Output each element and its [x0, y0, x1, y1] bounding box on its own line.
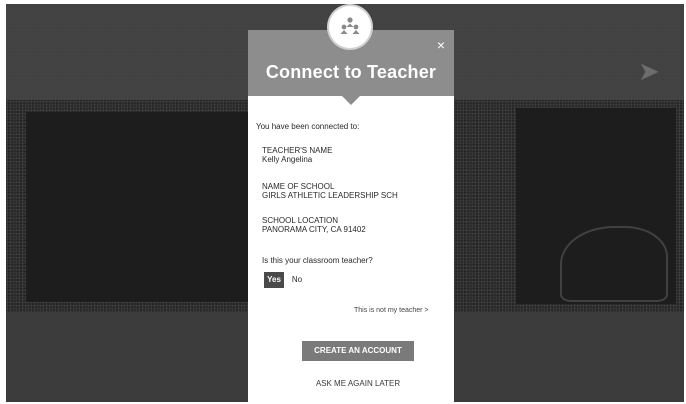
- ask-me-later-link[interactable]: ASK ME AGAIN LATER: [256, 379, 454, 389]
- group-people-icon: [329, 6, 371, 48]
- modal-title: Connect to Teacher: [265, 62, 437, 82]
- close-icon[interactable]: ×: [434, 38, 448, 52]
- background-illustration: [560, 226, 668, 302]
- school-name-value: GIRLS ATHLETIC LEADERSHIP SCH: [262, 191, 398, 200]
- header-notch: [342, 96, 360, 105]
- background-panel-left: [26, 112, 248, 302]
- teacher-question: Is this your classroom teacher?: [262, 256, 373, 265]
- screen: ➤ Connect to Teacher × You have been con…: [0, 0, 686, 404]
- create-account-button[interactable]: CREATE AN ACCOUNT: [302, 341, 414, 361]
- connect-teacher-modal: Connect to Teacher × You have been conne…: [248, 30, 454, 404]
- no-button[interactable]: No: [288, 272, 306, 288]
- intro-text: You have been connected to:: [256, 122, 360, 131]
- teacher-name-value: Kelly Angelina: [262, 155, 313, 164]
- not-my-teacher-link[interactable]: This is not my teacher >: [354, 306, 429, 316]
- school-location-value: PANORAMA CITY, CA 91402: [262, 225, 366, 234]
- yes-button[interactable]: Yes: [264, 272, 284, 288]
- arrow-icon: ➤: [638, 56, 660, 86]
